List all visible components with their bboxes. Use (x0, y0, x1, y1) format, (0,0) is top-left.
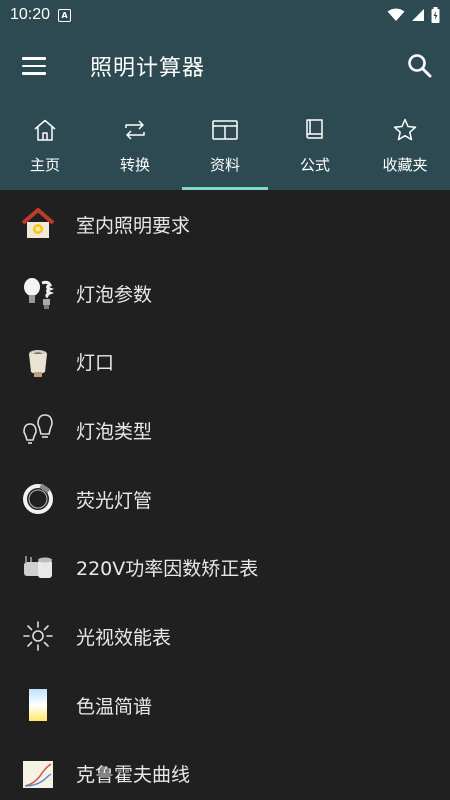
star-icon (391, 116, 419, 144)
tab-resources[interactable]: 资料 (180, 102, 270, 190)
tab-label: 转换 (119, 156, 150, 174)
tab-home[interactable]: 主页 (0, 102, 90, 190)
tab-bar: 主页 转换 资料 公式 收藏夹 (0, 102, 450, 190)
bulbs-icon (18, 273, 58, 313)
kruithof-curve-icon (18, 754, 58, 794)
color-temp-icon (18, 685, 58, 725)
tab-favorites[interactable]: 收藏夹 (360, 102, 450, 190)
status-bar: 10:20 A (0, 0, 450, 30)
tab-formulas[interactable]: 公式 (270, 102, 360, 190)
app-bar: 照明计算器 (0, 30, 450, 102)
list-item-label: 灯口 (76, 352, 115, 375)
house-light-icon (18, 204, 58, 244)
app-title: 照明计算器 (90, 56, 206, 81)
signal-icon (412, 9, 424, 21)
list-item-label: 室内照明要求 (76, 214, 191, 237)
fluorescent-ring-icon (18, 479, 58, 519)
resource-list: 室内照明要求 灯泡参数 灯口 灯泡类型 荧光灯管 220V功率因数矫正表 光视效… (0, 190, 450, 800)
list-item-label: 220V功率因数矫正表 (76, 558, 259, 581)
list-item-kruithof-curve[interactable]: 克鲁霍夫曲线 (0, 740, 450, 800)
tab-label: 公式 (299, 156, 330, 174)
list-item-socket[interactable]: 灯口 (0, 327, 450, 396)
list-item-bulb-types[interactable]: 灯泡类型 (0, 396, 450, 465)
list-item-indoor-lighting[interactable]: 室内照明要求 (0, 190, 450, 259)
list-item-pf-correction[interactable]: 220V功率因数矫正表 (0, 533, 450, 602)
status-time: 10:20 (10, 6, 51, 23)
wifi-icon (387, 8, 405, 21)
book-icon (301, 116, 329, 144)
list-item-label: 灯泡类型 (76, 420, 153, 443)
list-item-label: 克鲁霍夫曲线 (76, 764, 191, 787)
hamburger-icon (22, 57, 46, 60)
list-item-luminous-efficacy[interactable]: 光视效能表 (0, 602, 450, 671)
socket-icon (18, 342, 58, 382)
list-item-label: 荧光灯管 (76, 489, 153, 512)
home-icon (31, 116, 59, 144)
status-icons (387, 7, 440, 23)
list-item-color-temperature[interactable]: 色温简谱 (0, 671, 450, 740)
battery-icon (431, 7, 440, 23)
bulb-types-icon (18, 410, 58, 450)
tab-convert[interactable]: 转换 (90, 102, 180, 190)
list-item-bulb-params[interactable]: 灯泡参数 (0, 259, 450, 328)
notification-a-icon: A (58, 8, 72, 22)
tab-label: 资料 (209, 156, 240, 174)
sun-icon (18, 616, 58, 656)
book-open-icon (211, 116, 239, 144)
list-item-fluorescent[interactable]: 荧光灯管 (0, 465, 450, 534)
menu-button[interactable] (18, 50, 50, 82)
tab-label: 主页 (29, 156, 60, 174)
search-button[interactable] (404, 50, 436, 82)
search-icon (408, 54, 432, 78)
convert-icon (121, 116, 149, 144)
list-item-label: 色温简谱 (76, 695, 153, 718)
capacitor-icon (18, 548, 58, 588)
list-item-label: 光视效能表 (76, 626, 172, 649)
tab-label: 收藏夹 (382, 156, 428, 174)
list-item-label: 灯泡参数 (76, 283, 153, 306)
